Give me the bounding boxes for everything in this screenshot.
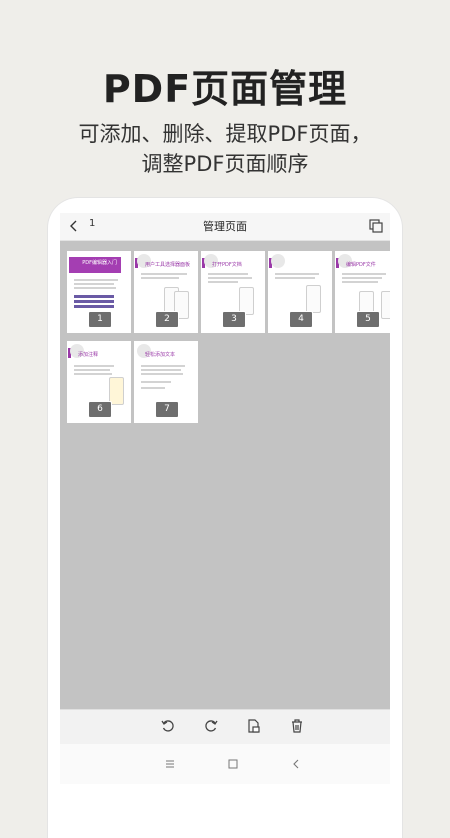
thumbnail-header-band: PDF编辑器入门 (69, 257, 121, 273)
thumbnail-heading: 添加注释 (78, 352, 99, 358)
delete-icon[interactable] (289, 718, 305, 734)
menu-icon[interactable] (163, 756, 177, 770)
thumbnail-heading: 编辑PDF文件 (346, 262, 376, 268)
system-navigation-bar (60, 744, 390, 784)
page-thumbnail[interactable]: 轻松添加文本 7 (134, 341, 198, 423)
current-page-number: 1 (89, 218, 96, 229)
promo-subtitle-line2: 调整PDF页面顺序 (141, 152, 309, 176)
page-number-badge: 5 (356, 311, 380, 328)
copy-icon[interactable] (368, 218, 384, 234)
page-number-badge: 4 (289, 311, 313, 328)
page-thumbnail[interactable]: 添加注释 6 (67, 341, 131, 423)
chevron-left-icon[interactable] (66, 218, 82, 234)
page-thumbnail[interactable]: 用户工具选择器面板 2 (134, 251, 198, 333)
page-number-badge: 2 (155, 311, 179, 328)
page-thumbnail[interactable]: 打开PDF文档 3 (201, 251, 265, 333)
page-thumbnail-grid: PDF编辑器入门 1 用户工具选择器面板 2 打开PDF文档 3 4 编辑PDF… (60, 241, 390, 709)
page-number-badge: 3 (222, 311, 246, 328)
page-thumbnail[interactable]: 编辑PDF文件 5 (335, 251, 390, 333)
page-number-badge: 1 (88, 311, 112, 328)
page-tools-bar (60, 709, 390, 744)
extract-page-icon[interactable] (246, 718, 262, 734)
phone-frame: 1 管理页面 PDF编辑器入门 1 用户工具选择器面板 2 打开PDF文档 3 … (48, 198, 402, 838)
rotate-right-icon[interactable] (203, 718, 219, 734)
page-thumbnail[interactable]: 4 (268, 251, 332, 333)
page-number-badge: 6 (88, 401, 112, 418)
thumbnail-heading: 打开PDF文档 (212, 262, 242, 268)
thumbnail-heading: 用户工具选择器面板 (145, 262, 191, 268)
page-number-badge: 7 (155, 401, 179, 418)
thumbnail-heading: 轻松添加文本 (145, 352, 176, 358)
page-thumbnail[interactable]: PDF编辑器入门 1 (67, 251, 131, 333)
promo-subtitle-line1: 可添加、删除、提取PDF页面， (78, 122, 372, 146)
rotate-left-icon[interactable] (160, 718, 176, 734)
page-title: 管理页面 (203, 220, 247, 233)
thumbnail-heading: PDF编辑器入门 (82, 260, 117, 266)
home-icon[interactable] (226, 756, 240, 770)
top-bar: 1 管理页面 (60, 213, 390, 241)
app-screen: 1 管理页面 PDF编辑器入门 1 用户工具选择器面板 2 打开PDF文档 3 … (60, 213, 390, 823)
promo-headline: PDF页面管理 (102, 67, 348, 111)
back-icon[interactable] (289, 756, 303, 770)
